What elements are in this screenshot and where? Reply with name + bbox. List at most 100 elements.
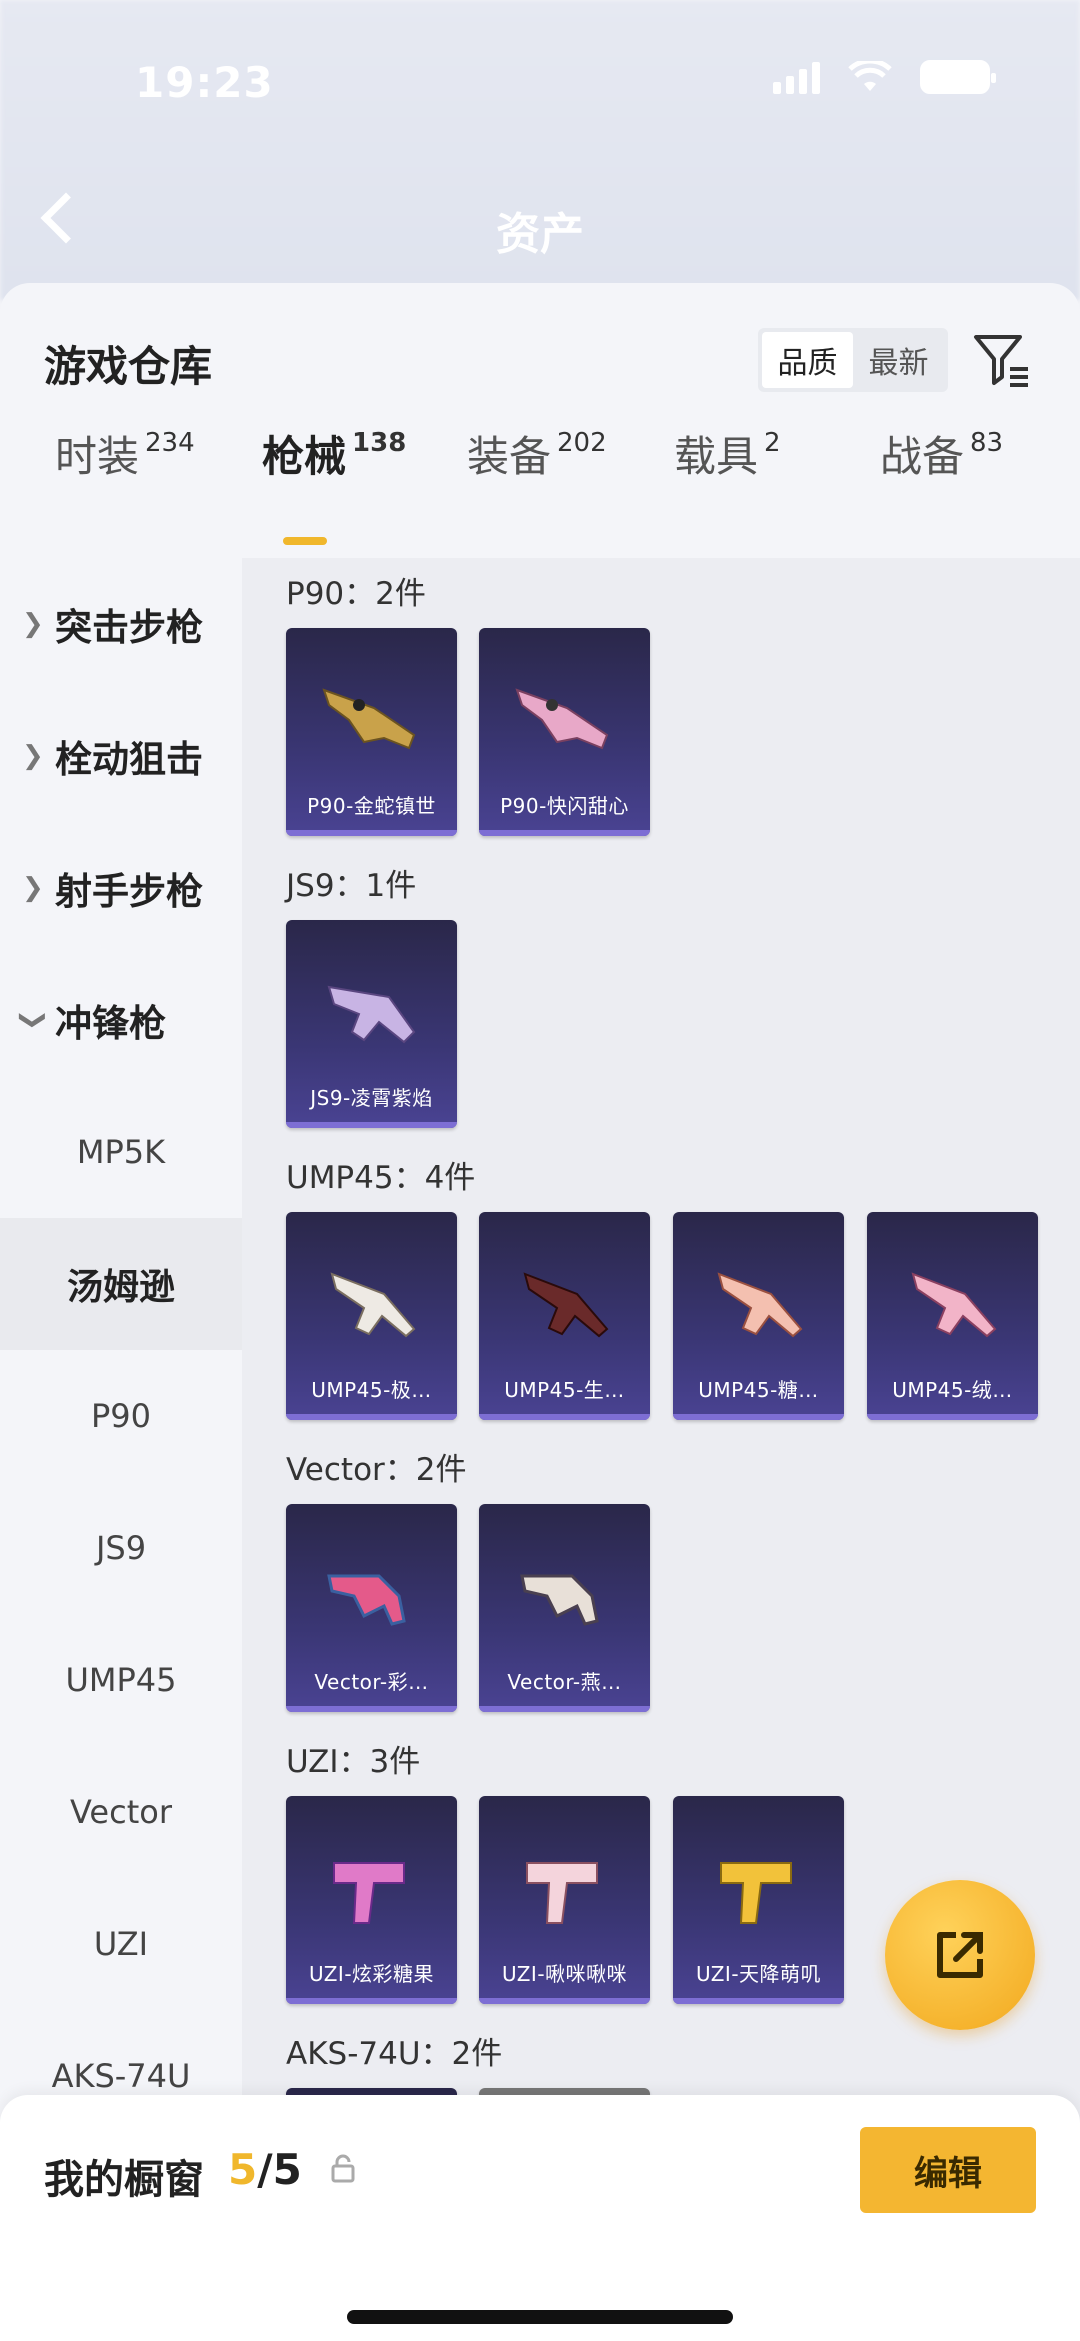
background-title: 资产 xyxy=(496,209,584,260)
uzi-gun-icon xyxy=(333,1862,405,1924)
tab-vehicles[interactable]: 载具 2 xyxy=(674,423,781,484)
chevron-right-icon: ❯ xyxy=(22,873,44,903)
sidebar-group-marksman-rifle[interactable]: ❯ 射手步枪 xyxy=(0,822,242,954)
group-label-p90: P90：2件 xyxy=(286,576,426,612)
tab-equipment[interactable]: 装备 202 xyxy=(467,423,607,484)
group-label-vector: Vector：2件 xyxy=(286,1452,467,1488)
item-card[interactable]: UMP45-糖… xyxy=(673,1212,844,1420)
tab-count: 138 xyxy=(352,428,407,458)
group-label-js9: JS9：1件 xyxy=(286,868,417,904)
tab-firearms[interactable]: 枪械 138 xyxy=(262,423,406,484)
p90-gun-icon xyxy=(322,688,416,750)
chevron-right-icon: ❯ xyxy=(22,741,44,771)
battery-icon xyxy=(920,60,996,94)
uzi-gun-icon xyxy=(526,1862,598,1924)
item-card[interactable]: UMP45-绒… xyxy=(867,1212,1038,1420)
item-name: UZI-啾咪啾咪 xyxy=(501,1962,628,1986)
share-icon xyxy=(937,1932,983,1978)
group-label-ump45: UMP45：4件 xyxy=(286,1160,476,1196)
tab-count: 83 xyxy=(970,428,1004,458)
sort-toggle: 品质 最新 xyxy=(758,328,948,392)
vector-gun-icon xyxy=(520,1574,599,1626)
filter-icon[interactable] xyxy=(972,329,1032,389)
item-name: UMP45-生… xyxy=(504,1378,625,1402)
status-icons xyxy=(773,60,996,94)
ump45-gun-icon xyxy=(717,1272,803,1338)
sidebar-group-smg[interactable]: ❯ 冲锋枪 xyxy=(0,954,242,1086)
tab-label: 装备 xyxy=(467,432,552,481)
status-bar: 19:23 xyxy=(0,40,1080,120)
home-indicator xyxy=(347,2310,733,2324)
ump45-gun-icon xyxy=(523,1272,609,1338)
category-tabs: 时装 234 枪械 138 装备 202 载具 2 战备 83 xyxy=(0,423,1080,523)
sidebar-item-vector[interactable]: Vector xyxy=(0,1746,242,1878)
js9-gun-icon xyxy=(327,985,416,1044)
item-card[interactable]: JS9-凌霄紫焰 xyxy=(286,920,457,1128)
item-name: P90-金蛇镇世 xyxy=(307,794,436,818)
lock-icon xyxy=(331,2154,355,2183)
sheet-title: 游戏仓库 xyxy=(44,342,213,391)
share-button[interactable] xyxy=(885,1880,1035,2030)
item-name: UZI-天降萌叽 xyxy=(695,1962,822,1986)
tab-label: 战备 xyxy=(880,432,965,481)
item-name: UMP45-极… xyxy=(311,1378,432,1402)
p90-gun-icon xyxy=(515,688,609,750)
tab-label: 载具 xyxy=(674,432,759,481)
showcase-count-current: 5 xyxy=(228,2145,258,2194)
showcase-count-total: /5 xyxy=(257,2145,302,2194)
item-name: UMP45-糖… xyxy=(698,1378,819,1402)
item-card[interactable]: UZI-天降萌叽 xyxy=(673,1796,844,2004)
item-card[interactable]: UMP45-生… xyxy=(479,1212,650,1420)
tab-label: 枪械 xyxy=(262,432,347,481)
item-card[interactable]: P90-金蛇镇世 xyxy=(286,628,457,836)
showcase-label: 我的橱窗 xyxy=(44,2157,204,2203)
item-card[interactable]: Vector-燕… xyxy=(479,1504,650,1712)
item-name: P90-快闪甜心 xyxy=(500,794,629,818)
sidebar-item-p90[interactable]: P90 xyxy=(0,1350,242,1482)
item-name: Vector-彩… xyxy=(314,1670,429,1694)
weapon-type-sidebar: ❯ 突击步枪 ❯ 栓动狙击 ❯ 射手步枪 ❯ 冲锋枪 MP5K 汤姆逊 P90 … xyxy=(0,558,242,2341)
vector-gun-icon xyxy=(327,1574,406,1626)
item-name: Vector-燕… xyxy=(507,1670,622,1694)
item-card[interactable]: UZI-炫彩糖果 xyxy=(286,1796,457,2004)
signal-icon xyxy=(773,60,820,94)
sidebar-item-thompson[interactable]: 汤姆逊 xyxy=(0,1218,242,1350)
tab-fashion[interactable]: 时装 234 xyxy=(55,423,195,484)
sheet-header: 游戏仓库 品质 最新 xyxy=(0,283,1080,413)
tab-count: 2 xyxy=(764,428,781,458)
sidebar-item-uzi[interactable]: UZI xyxy=(0,1878,242,2010)
sort-quality[interactable]: 品质 xyxy=(762,332,853,388)
sidebar-item-mp5k[interactable]: MP5K xyxy=(0,1086,242,1218)
item-card[interactable]: UMP45-极… xyxy=(286,1212,457,1420)
active-tab-indicator xyxy=(283,537,327,545)
tab-count: 202 xyxy=(557,428,607,458)
group-label-uzi: UZI：3件 xyxy=(286,1744,421,1780)
ump45-gun-icon xyxy=(330,1272,416,1338)
item-card[interactable]: UZI-啾咪啾咪 xyxy=(479,1796,650,2004)
tab-count: 234 xyxy=(145,428,195,458)
sidebar-group-assault-rifle[interactable]: ❯ 突击步枪 xyxy=(0,558,242,690)
warehouse-sheet: 游戏仓库 品质 最新 时装 234 枪械 138 装备 202 载具 2 战备 83 ❯ … xyxy=(0,283,1080,2341)
group-label-aks74u: AKS-74U：2件 xyxy=(286,2036,503,2072)
sidebar-item-ump45[interactable]: UMP45 xyxy=(0,1614,242,1746)
tab-supplies[interactable]: 战备 83 xyxy=(880,423,1003,484)
item-name: UZI-炫彩糖果 xyxy=(308,1962,435,1986)
item-name: JS9-凌霄紫焰 xyxy=(310,1086,433,1110)
item-name: UMP45-绒… xyxy=(892,1378,1013,1402)
ump45-gun-icon xyxy=(911,1272,997,1338)
background-nav: 资产 xyxy=(0,170,1080,280)
sort-newest[interactable]: 最新 xyxy=(853,332,944,388)
tab-label: 时装 xyxy=(55,432,140,481)
chevron-right-icon: ❯ xyxy=(22,609,44,639)
uzi-gun-icon xyxy=(720,1862,792,1924)
item-card[interactable]: Vector-彩… xyxy=(286,1504,457,1712)
status-time: 19:23 xyxy=(135,58,274,107)
showcase-count: 5/5 xyxy=(228,2145,302,2194)
weapon-grid: P90：2件 P90-金蛇镇世 P90-快闪甜心 JS9：1件 JS9-凌霄紫焰… xyxy=(242,558,1080,2341)
chevron-down-icon: ❯ xyxy=(17,1009,48,1031)
sidebar-group-bolt-sniper[interactable]: ❯ 栓动狙击 xyxy=(0,690,242,822)
item-card[interactable]: P90-快闪甜心 xyxy=(479,628,650,836)
edit-button[interactable]: 编辑 xyxy=(860,2127,1036,2213)
showcase-bar: 我的橱窗 5/5 编辑 xyxy=(0,2095,1080,2341)
sidebar-item-js9[interactable]: JS9 xyxy=(0,1482,242,1614)
